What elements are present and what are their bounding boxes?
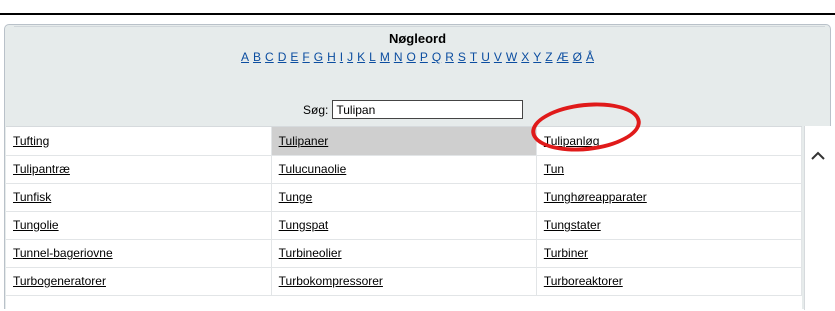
keyword-link[interactable]: Tulipantræ — [13, 162, 70, 176]
letter-link-D[interactable]: D — [278, 50, 287, 64]
letter-link-J[interactable]: J — [347, 50, 353, 64]
letter-link-X[interactable]: X — [521, 50, 529, 64]
search-input[interactable] — [332, 100, 524, 119]
table-row: Tungolie Tungspat Tungstater — [6, 211, 803, 240]
keyword-link[interactable]: Tulucunaolie — [279, 162, 347, 176]
keyword-link[interactable]: Tungstater — [544, 218, 601, 232]
keyword-cell: Tulipaner — [271, 127, 537, 156]
keyword-cell: Turbiner — [536, 239, 803, 268]
letter-link-H[interactable]: H — [327, 50, 336, 64]
search-label: Søg: — [303, 102, 329, 117]
keyword-link[interactable]: Tunfisk — [13, 190, 51, 204]
keyword-cell: Turbokompressorer — [271, 267, 537, 296]
panel-inner-border — [14, 26, 825, 27]
letter-link-C[interactable]: C — [265, 50, 274, 64]
keyword-cell: Tunge — [271, 183, 537, 212]
letter-link-O[interactable]: O — [406, 50, 415, 64]
keyword-cell: Turbogeneratorer — [6, 267, 272, 296]
letter-link-M[interactable]: M — [380, 50, 390, 64]
keyword-cell: Tunghøreapparater — [536, 183, 803, 212]
keyword-table: Tufting Tulipaner Tulipanløg Tulipantræ Tulu… — [6, 127, 803, 296]
table-row: Tufting Tulipaner Tulipanløg — [6, 127, 803, 156]
keyword-cell: Tungstater — [536, 211, 803, 240]
letter-link-Å[interactable]: Å — [586, 50, 594, 64]
letter-link-G[interactable]: G — [314, 50, 323, 64]
keyword-cell: Tun — [536, 155, 803, 184]
letter-link-B[interactable]: B — [253, 50, 261, 64]
keyword-link[interactable]: Tungspat — [279, 218, 329, 232]
keyword-link[interactable]: Tun — [544, 162, 564, 176]
table-row: Turbogeneratorer Turbokompressorer Turbore… — [6, 267, 803, 296]
letter-link-U[interactable]: U — [481, 50, 490, 64]
letter-link-K[interactable]: K — [357, 50, 365, 64]
table-row: Tunfisk Tunge Tunghøreapparater — [6, 183, 803, 212]
letter-link-T[interactable]: T — [470, 50, 477, 64]
keyword-cell: Tungspat — [271, 211, 537, 240]
letter-link-P[interactable]: P — [420, 50, 428, 64]
keyword-cell: Turbineolier — [271, 239, 537, 268]
keyword-cell: Turboreaktorer — [536, 267, 803, 296]
keyword-panel: Nøgleord ABCDEFGHIJKLMNOPQRSTUVWXYZÆØÅ S… — [4, 24, 832, 311]
keyword-link[interactable]: Turboreaktorer — [544, 274, 623, 288]
letter-link-Q[interactable]: Q — [432, 50, 441, 64]
keyword-link[interactable]: Tunnel-bageriovne — [13, 246, 113, 260]
keyword-link[interactable]: Tunge — [279, 190, 313, 204]
keyword-cell: Tungolie — [6, 211, 272, 240]
keyword-cell: Tulipantræ — [6, 155, 272, 184]
keyword-link[interactable]: Tulipaner — [279, 134, 329, 148]
letter-link-E[interactable]: E — [290, 50, 298, 64]
letter-link-N[interactable]: N — [394, 50, 403, 64]
letter-link-Y[interactable]: Y — [533, 50, 541, 64]
keyword-link[interactable]: Turbiner — [544, 246, 588, 260]
keyword-link[interactable]: Tunghøreapparater — [544, 190, 647, 204]
chevron-up-icon — [811, 151, 825, 160]
keyword-link[interactable]: Turbogeneratorer — [13, 274, 106, 288]
keyword-link[interactable]: Turbineolier — [279, 246, 342, 260]
panel-title: Nøgleord — [388, 31, 447, 46]
scroll-up-button[interactable] — [809, 148, 827, 162]
table-row: Tulipantræ Tulucunaolie Tun — [6, 155, 803, 184]
letter-link-Ø[interactable]: Ø — [573, 50, 582, 64]
keyword-cell: Tulucunaolie — [271, 155, 537, 184]
keyword-cell: Tunfisk — [6, 183, 272, 212]
keyword-cell: Tunnel-bageriovne — [6, 239, 272, 268]
search-row: Søg: — [303, 100, 524, 119]
keyword-link[interactable]: Tufting — [13, 134, 49, 148]
letter-link-R[interactable]: R — [445, 50, 454, 64]
alphabet-index: ABCDEFGHIJKLMNOPQRSTUVWXYZÆØÅ — [5, 50, 830, 64]
letter-link-Æ[interactable]: Æ — [557, 50, 569, 64]
top-divider — [0, 13, 835, 15]
letter-link-F[interactable]: F — [302, 50, 309, 64]
keyword-link[interactable]: Turbokompressorer — [279, 274, 383, 288]
letter-link-V[interactable]: V — [494, 50, 502, 64]
keyword-cell: Tufting — [6, 127, 272, 156]
keyword-cell: Tulipanløg — [536, 127, 803, 156]
letter-link-W[interactable]: W — [506, 50, 517, 64]
letter-link-A[interactable]: A — [241, 50, 249, 64]
keyword-link[interactable]: Tungolie — [13, 218, 59, 232]
keyword-grid: Tufting Tulipaner Tulipanløg Tulipantræ Tulu… — [6, 126, 803, 311]
letter-link-L[interactable]: L — [369, 50, 376, 64]
keyword-link[interactable]: Tulipanløg — [544, 134, 600, 148]
table-row: Tunnel-bageriovne Turbineolier Turbiner — [6, 239, 803, 268]
vertical-scrollbar[interactable] — [804, 126, 832, 310]
letter-link-Z[interactable]: Z — [545, 50, 552, 64]
letter-link-S[interactable]: S — [458, 50, 466, 64]
letter-link-I[interactable]: I — [340, 50, 343, 64]
